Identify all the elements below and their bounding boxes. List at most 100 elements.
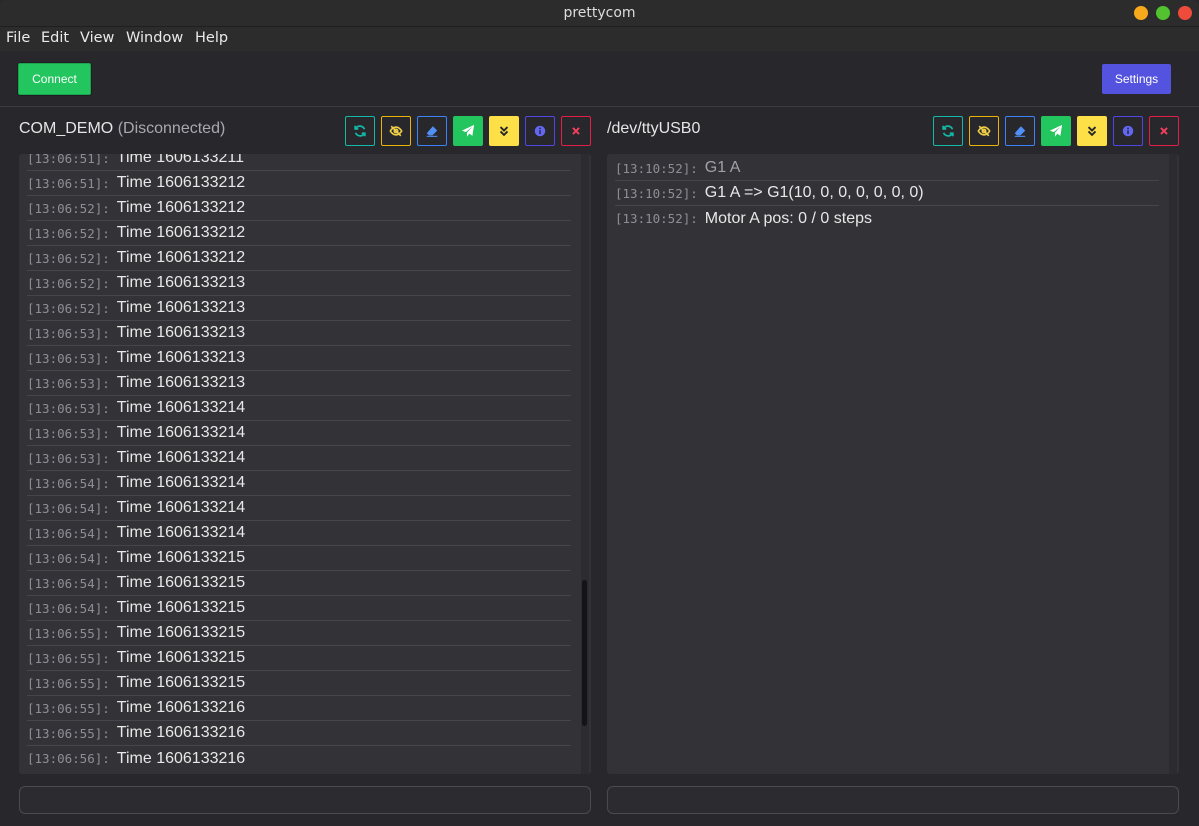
log-message: Time 1606133212 [116,199,246,216]
log-timestamp: [13:06:54]: [27,500,110,516]
log-message: Motor A pos: 0 / 0 steps [704,209,872,227]
left-clear-button[interactable] [417,116,447,146]
log-message: Time 1606133214 [116,399,246,416]
port-name: COM_DEMO [19,120,114,137]
log-timestamp: [13:06:54]: [27,550,110,566]
log-message: Time 1606133214 [116,499,246,516]
right-hide-button[interactable] [969,116,999,146]
left-info-button[interactable] [525,116,555,146]
right-refresh-button[interactable] [933,116,963,146]
menu-bar: File Edit View Window Help [0,27,1199,51]
log-timestamp: [13:10:52]: [615,211,698,226]
log-timestamp: [13:06:52]: [27,200,110,216]
log-timestamp: [13:06:54]: [27,475,110,491]
log-row: [13:06:54]: Time 1606133214 [27,496,571,521]
left-log-panel[interactable]: [13:06:51]: Time 1606133211 [13:06:51]: Tim… [19,154,591,774]
left-pane-header: COM_DEMO (Disconnected) [0,107,600,151]
left-scrollbar[interactable] [581,154,589,774]
log-message: G1 A => G1(10, 0, 0, 0, 0, 0, 0) [704,184,924,201]
log-message: Time 1606133214 [116,424,246,441]
menu-file[interactable]: File [6,30,30,46]
left-pane-title: COM_DEMO (Disconnected) [19,120,225,138]
log-message: Time 1606133216 [116,699,246,716]
menu-view[interactable]: View [80,30,114,46]
log-message: Time 1606133214 [116,449,246,466]
close-window-button[interactable] [1178,6,1192,20]
log-row: [13:10:52]: Motor A pos: 0 / 0 steps [615,206,1159,231]
right-scrollbar[interactable] [1169,154,1177,774]
settings-button[interactable]: Settings [1102,64,1171,94]
left-refresh-button[interactable] [345,116,375,146]
log-message: Time 1606133214 [116,524,246,541]
log-row: [13:10:52]: G1 A [615,156,1159,181]
log-row: [13:06:53]: Time 1606133214 [27,446,571,471]
log-timestamp: [13:06:53]: [27,350,110,366]
log-row: [13:06:53]: Time 1606133213 [27,371,571,396]
log-message: Time 1606133212 [116,249,246,266]
double-chevron-down-icon [499,126,509,137]
left-autoscroll-button[interactable] [489,116,519,146]
left-send-button[interactable] [453,116,483,146]
log-timestamp: [13:06:55]: [27,675,110,691]
eraser-icon [1014,126,1026,137]
connect-button[interactable]: Connect [18,63,91,95]
maximize-button[interactable] [1156,6,1170,20]
log-row: [13:06:53]: Time 1606133213 [27,346,571,371]
refresh-icon [942,125,954,137]
log-timestamp: [13:06:51]: [27,154,110,166]
menu-help[interactable]: Help [195,30,228,46]
log-timestamp: [13:06:55]: [27,650,110,666]
log-timestamp: [13:06:52]: [27,250,110,266]
log-timestamp: [13:06:52]: [27,225,110,241]
left-send-input[interactable] [19,786,591,814]
log-message: Time 1606133213 [116,324,246,341]
log-message: Time 1606133213 [116,299,246,316]
log-message: Time 1606133213 [116,349,246,366]
log-message: Time 1606133213 [116,374,246,391]
close-icon [572,127,580,135]
menu-edit[interactable]: Edit [41,30,69,46]
left-close-button[interactable] [561,116,591,146]
log-row: [13:06:54]: Time 1606133215 [27,546,571,571]
right-send-button[interactable] [1041,116,1071,146]
left-hide-button[interactable] [381,116,411,146]
eye-slash-icon [977,125,991,137]
info-icon [1122,125,1134,137]
log-timestamp: [13:06:56]: [27,751,110,766]
log-timestamp: [13:06:55]: [27,700,110,716]
log-row: [13:06:54]: Time 1606133214 [27,471,571,496]
log-row: [13:10:52]: G1 A => G1(10, 0, 0, 0, 0, 0,… [615,181,1159,206]
left-scrollbar-thumb[interactable] [582,580,587,726]
log-row: [13:06:52]: Time 1606133212 [27,221,571,246]
log-message: G1 A [704,159,741,176]
minimize-button[interactable] [1134,6,1148,20]
log-message: Time 1606133215 [116,574,246,591]
log-message: Time 1606133216 [116,724,246,741]
log-message: Time 1606133214 [116,474,246,491]
log-timestamp: [13:06:53]: [27,400,110,416]
menu-window[interactable]: Window [126,30,183,46]
right-send-input[interactable] [607,786,1179,814]
log-message: Time 1606133215 [116,624,246,641]
window-titlebar: prettycom [0,0,1199,27]
right-log-panel[interactable]: [13:10:52]: G1 A [13:10:52]: G1 A => G1(10,… [607,154,1179,774]
double-chevron-down-icon [1087,126,1097,137]
log-timestamp: [13:06:54]: [27,600,110,616]
log-row: [13:06:55]: Time 1606133215 [27,646,571,671]
log-timestamp: [13:06:55]: [27,625,110,641]
log-timestamp: [13:06:53]: [27,450,110,466]
log-message: Time 1606133215 [116,549,246,566]
right-info-button[interactable] [1113,116,1143,146]
log-row: [13:06:52]: Time 1606133212 [27,196,571,221]
right-pane-title: /dev/ttyUSB0 [607,120,701,137]
log-message: Time 1606133212 [116,224,246,241]
close-icon [1160,127,1168,135]
right-close-button[interactable] [1149,116,1179,146]
info-icon [534,125,546,137]
log-message: Time 1606133213 [116,274,246,291]
right-autoscroll-button[interactable] [1077,116,1107,146]
log-timestamp: [13:06:53]: [27,375,110,391]
right-clear-button[interactable] [1005,116,1035,146]
log-row: [13:06:52]: Time 1606133213 [27,296,571,321]
log-row: [13:06:55]: Time 1606133216 [27,721,571,746]
